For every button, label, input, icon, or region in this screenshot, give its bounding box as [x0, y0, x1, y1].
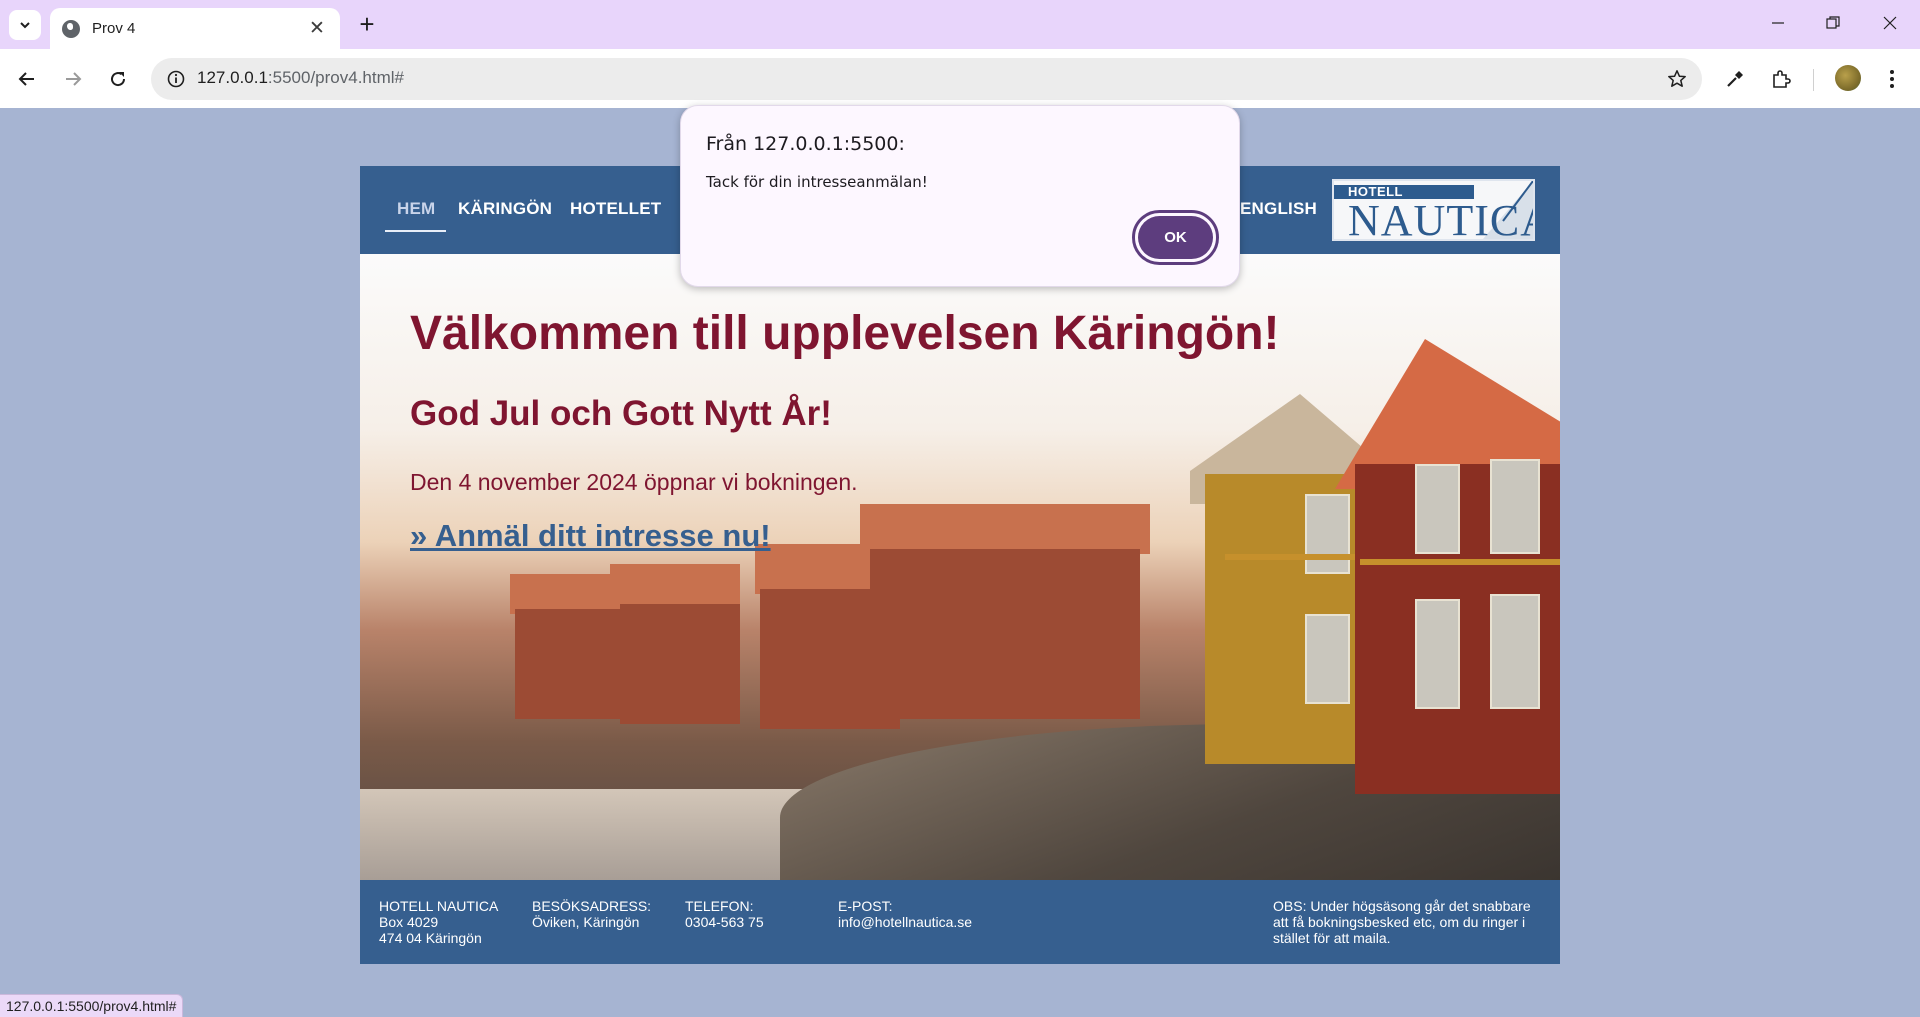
footer-name: HOTELL NAUTICA Box 4029 474 04 Käringön [379, 898, 498, 946]
footer-line: E-POST: [838, 898, 893, 914]
url-host: 127.0.0.1 [197, 68, 268, 87]
nav-karingon[interactable]: KÄRINGÖN [458, 199, 552, 219]
hero-window [1490, 594, 1540, 709]
booking-info: Den 4 november 2024 öppnar vi bokningen. [410, 469, 858, 495]
dialog-message: Tack för din intresseanmälan! [706, 173, 928, 191]
hero-window [1305, 614, 1350, 704]
toolbar-separator [1813, 69, 1814, 91]
interest-link[interactable]: » Anmäl ditt intresse nu! [410, 518, 771, 554]
tab-search-icon[interactable] [9, 10, 41, 40]
browser-tab[interactable]: Prov 4 ✕ [50, 8, 340, 49]
footer-line: 474 04 Käringön [379, 930, 482, 946]
footer-line: TELEFON: [685, 898, 754, 914]
browser-toolbar: 127.0.0.1:5500/prov4.html# [0, 49, 1920, 108]
profile-avatar[interactable] [1835, 65, 1861, 91]
hotel-logo[interactable]: HOTELL NAUTICA [1332, 179, 1535, 241]
reload-icon[interactable] [100, 61, 136, 97]
forward-arrow-icon[interactable] [55, 61, 91, 97]
hero-window [1415, 599, 1460, 709]
site-footer: HOTELL NAUTICA Box 4029 474 04 Käringön … [360, 880, 1560, 964]
greeting-heading: God Jul och Gott Nytt År! [410, 394, 832, 433]
status-bar-url: 127.0.0.1:5500/prov4.html# [0, 994, 184, 1017]
hero-balcony [1360, 559, 1560, 565]
footer-line: stället för att maila. [1273, 930, 1391, 946]
ok-button-label: OK [1138, 216, 1213, 259]
footer-email-link[interactable]: info@hotellnautica.se [838, 914, 972, 930]
footer-email: E-POST: info@hotellnautica.se [838, 898, 972, 930]
nav-home[interactable]: HEM [397, 199, 435, 219]
restore-icon[interactable] [1810, 10, 1856, 38]
footer-line: Öviken, Käringön [532, 914, 640, 930]
footer-line: Box 4029 [379, 914, 439, 930]
url-path: :5500/prov4.html# [267, 68, 404, 87]
globe-favicon-icon [62, 19, 80, 38]
footer-line: att få bokningsbesked etc, om du ringer … [1273, 914, 1526, 930]
bookmark-star-icon[interactable] [1662, 64, 1692, 94]
hero-house [870, 549, 1140, 719]
extensions-icon[interactable] [1764, 62, 1798, 96]
eyedropper-icon[interactable] [1718, 62, 1752, 96]
ok-button[interactable]: OK [1132, 210, 1219, 265]
nav-english[interactable]: ENGLISH [1240, 199, 1317, 219]
menu-dots-icon[interactable] [1875, 62, 1909, 96]
minimize-icon[interactable] [1755, 10, 1801, 38]
dialog-title: Från 127.0.0.1:5500: [706, 133, 905, 155]
hero-window [1415, 464, 1460, 554]
hero-roof [610, 564, 740, 609]
tab-title: Prov 4 [92, 20, 136, 37]
back-arrow-icon[interactable] [9, 61, 45, 97]
address-bar[interactable]: 127.0.0.1:5500/prov4.html# [151, 58, 1702, 100]
nav-active-underline [385, 230, 446, 232]
url-text: 127.0.0.1:5500/prov4.html# [197, 68, 404, 88]
footer-line: OBS: Under högsäsong går det snabbare [1273, 898, 1531, 914]
hero-image: Välkommen till upplevelsen Käringön! God… [360, 254, 1560, 880]
hero-house [620, 604, 740, 724]
footer-phone: TELEFON: 0304-563 75 [685, 898, 764, 930]
nav-hotellet[interactable]: HOTELLET [570, 199, 661, 219]
tab-strip: Prov 4 ✕ + [0, 0, 1920, 49]
welcome-heading: Välkommen till upplevelsen Käringön! [410, 307, 1280, 360]
footer-line: HOTELL NAUTICA [379, 898, 499, 914]
site-info-icon[interactable] [161, 64, 191, 94]
window-close-icon[interactable] [1867, 10, 1913, 38]
hero-window [1305, 494, 1350, 574]
hero-window [1490, 459, 1540, 554]
footer-note: OBS: Under högsäsong går det snabbare at… [1273, 898, 1531, 946]
footer-line: 0304-563 75 [685, 914, 764, 930]
plus-icon[interactable]: + [352, 10, 382, 40]
alert-dialog: Från 127.0.0.1:5500: Tack för din intres… [680, 105, 1240, 287]
hero-house [515, 609, 625, 719]
footer-line: BESÖKSADRESS: [532, 898, 652, 914]
hero-roof [860, 504, 1150, 554]
close-icon[interactable]: ✕ [306, 18, 328, 40]
footer-visit: BESÖKSADRESS: Öviken, Käringön [532, 898, 651, 930]
